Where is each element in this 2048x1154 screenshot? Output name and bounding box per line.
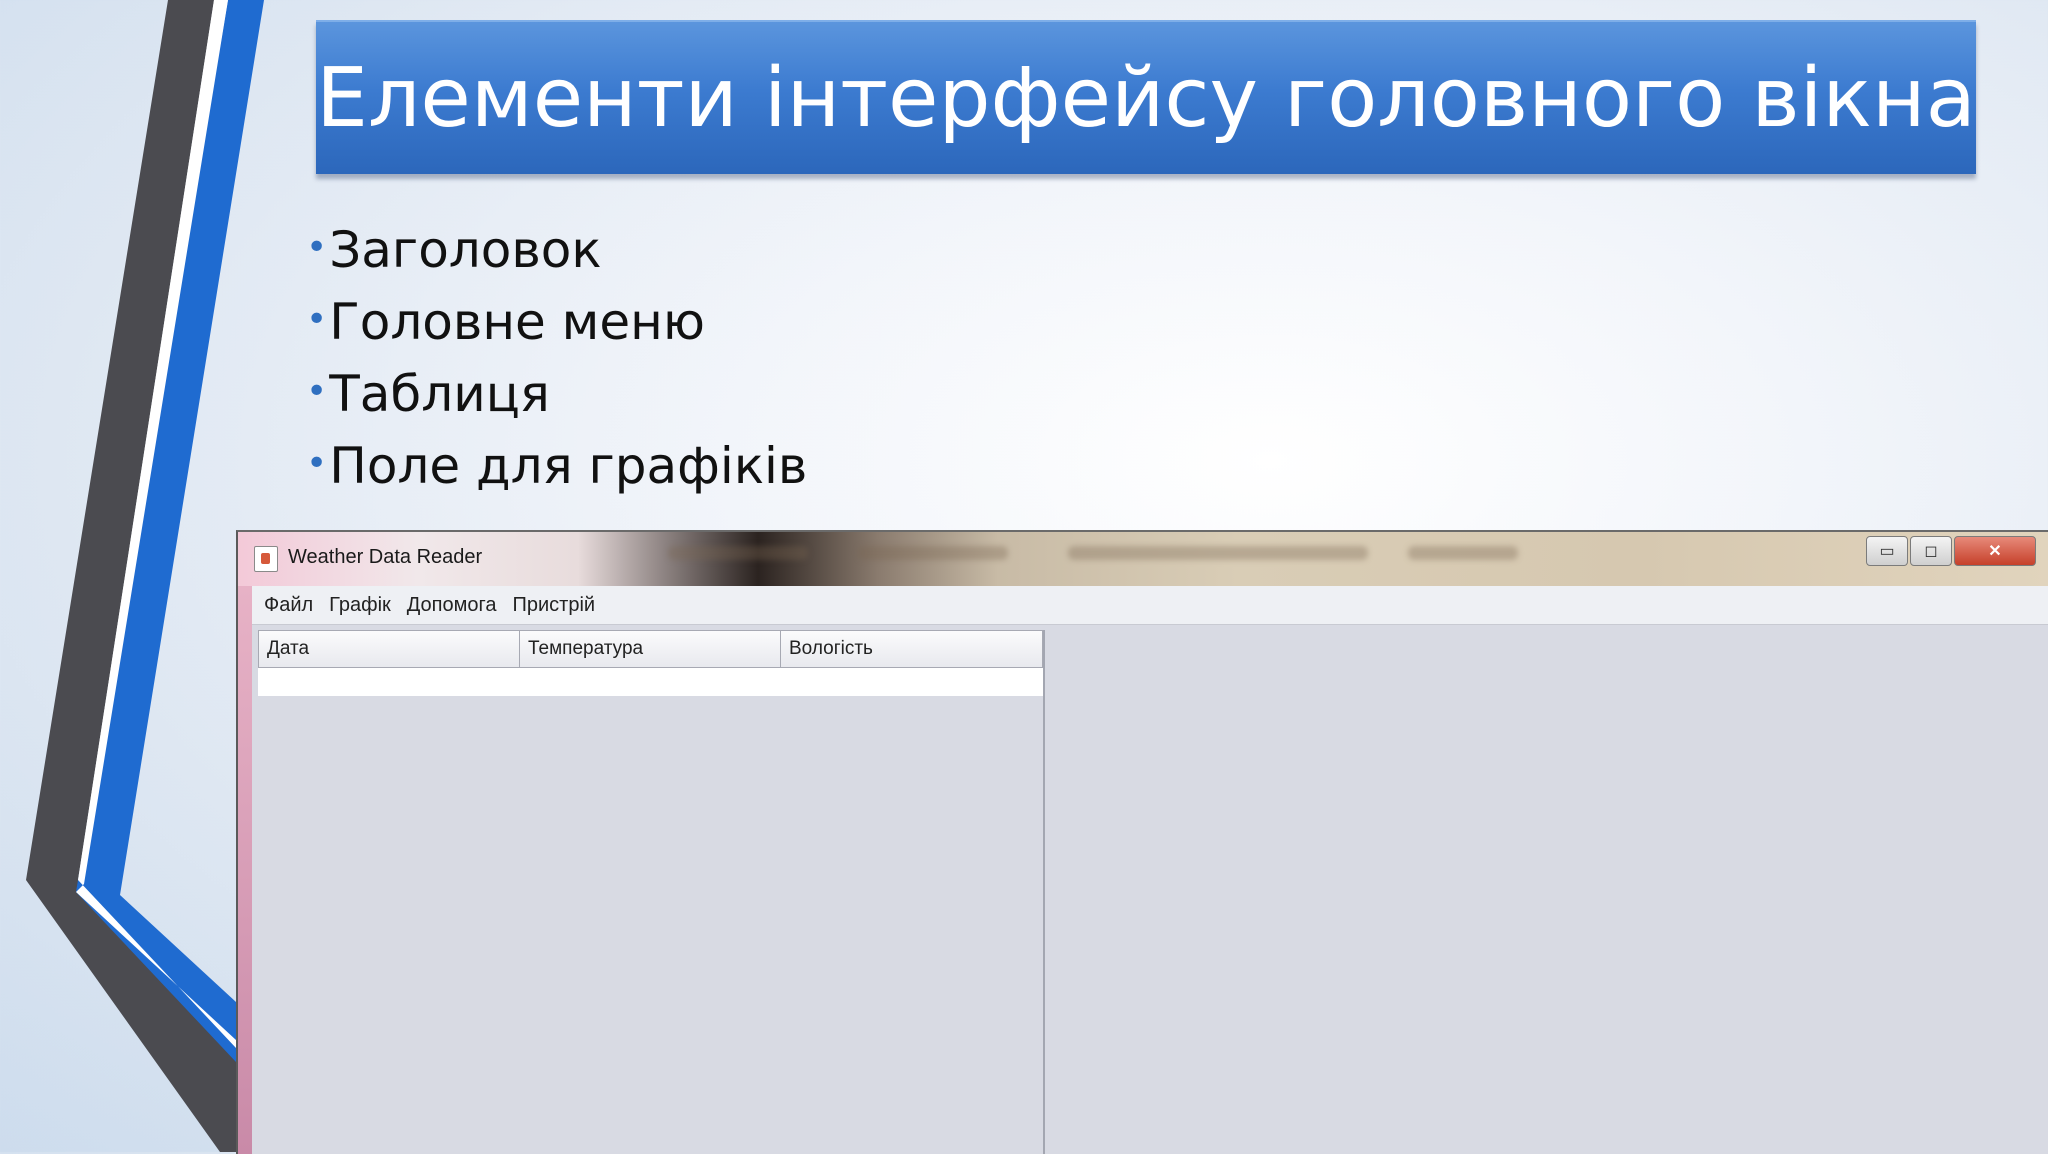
bullet-dot: • <box>306 443 328 484</box>
main-menu-bar: Файл Графік Допомога Пристрій <box>252 586 2048 625</box>
minimize-button[interactable]: ▭ <box>1866 536 1908 566</box>
blurred-taskbar-item <box>858 546 1008 560</box>
bullet-text: Таблиця <box>329 365 550 423</box>
window-title: Weather Data Reader <box>288 546 483 568</box>
app-window: Weather Data Reader ▭ ◻ ✕ Файл Графік До… <box>236 530 2048 1154</box>
column-header-humidity[interactable]: Вологість <box>781 631 1042 667</box>
bullet-list: •Заголовок •Головне меню •Таблиця •Поле … <box>306 212 807 500</box>
menu-help[interactable]: Допомога <box>407 594 497 617</box>
bullet-item: •Заголовок <box>306 212 807 284</box>
bullet-text: Поле для графіків <box>329 437 808 495</box>
chart-panel[interactable] <box>1046 630 2048 1154</box>
close-button[interactable]: ✕ <box>1954 536 2036 566</box>
blurred-taskbar-item <box>668 546 808 560</box>
java-app-icon[interactable] <box>254 546 278 572</box>
table-header: Дата Температура Вологість <box>258 630 1043 668</box>
maximize-button[interactable]: ◻ <box>1910 536 1952 566</box>
bullet-text: Заголовок <box>329 221 602 279</box>
bullet-dot: • <box>306 371 328 412</box>
menu-file[interactable]: Файл <box>264 594 313 617</box>
bullet-dot: • <box>306 299 328 340</box>
bullet-item: •Головне меню <box>306 284 807 356</box>
slide-title: Елементи інтерфейсу головного вікна <box>316 50 1976 146</box>
column-header-temperature[interactable]: Температура <box>520 631 781 667</box>
blurred-taskbar-item <box>1408 546 1518 560</box>
column-header-date[interactable]: Дата <box>259 631 520 667</box>
window-frame-edge <box>238 586 252 1154</box>
data-table[interactable]: Дата Температура Вологість <box>258 630 1045 1154</box>
bullet-dot: • <box>306 227 328 268</box>
window-title-bar[interactable]: Weather Data Reader ▭ ◻ ✕ <box>238 532 2048 586</box>
bullet-item: •Поле для графіків <box>306 428 807 500</box>
bullet-item: •Таблиця <box>306 356 807 428</box>
slide-title-bar: Елементи інтерфейсу головного вікна <box>316 20 1976 174</box>
blurred-taskbar-item <box>1068 546 1368 560</box>
table-row[interactable] <box>258 668 1043 696</box>
menu-device[interactable]: Пристрій <box>512 594 595 617</box>
bullet-text: Головне меню <box>329 293 705 351</box>
menu-chart[interactable]: Графік <box>329 594 391 617</box>
